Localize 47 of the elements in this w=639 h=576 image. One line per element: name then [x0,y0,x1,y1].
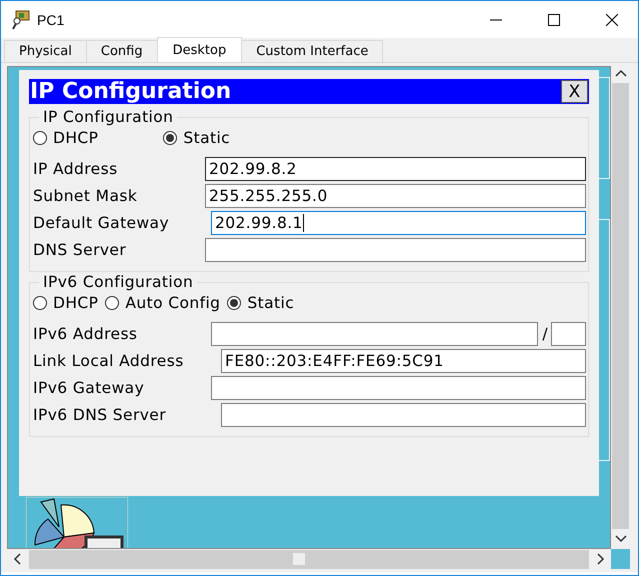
input-field[interactable] [211,322,538,346]
input-field[interactable]: FE80::203:E4FF:FE69:5C91 [221,348,586,372]
input-field[interactable]: 202.99.8.1 [211,210,586,234]
field-label: Subnet Mask [33,186,138,204]
radio-icon[interactable] [105,296,120,310]
input-field[interactable]: 255.255.255.0 [205,184,586,208]
tab[interactable]: Desktop [156,37,242,62]
scrollbar-corner [611,549,630,569]
pie-chart-icon[interactable] [26,497,128,548]
group-title: IPv6 Configuration [42,273,194,291]
input-field[interactable]: 202.99.8.2 [205,156,586,180]
field-label: Link Local Address [33,352,185,370]
tab[interactable]: Custom Interface [241,40,384,62]
close-icon[interactable] [606,14,618,26]
radio-option[interactable]: DHCP [33,129,100,147]
scroll-right-icon[interactable] [597,553,605,565]
window-title: PC1 [37,12,64,28]
scroll-down-icon[interactable] [614,535,626,543]
scroll-up-icon[interactable] [614,69,626,77]
group-title: IP Configuration [42,108,174,126]
scrollbar-thumb[interactable] [293,552,305,564]
radio-option[interactable]: DHCP [33,294,100,312]
radio-option[interactable]: Auto Config [105,294,222,312]
radio-icon[interactable] [33,296,47,310]
maximize-icon[interactable] [548,14,560,26]
close-button[interactable]: X [561,80,588,103]
field-label: DNS Server [33,240,128,258]
scrollbar-thumb[interactable] [612,83,629,529]
radio-icon[interactable] [227,296,242,310]
dialog-title: IP Configuration [29,79,232,104]
field-label: IPv6 Gateway [33,378,146,396]
radio-icon[interactable] [163,131,178,145]
input-field[interactable] [205,238,586,262]
radio-option[interactable]: Static [163,129,232,147]
radio-option[interactable]: Static [227,294,296,312]
input-field[interactable] [221,402,586,426]
field-label: IPv6 DNS Server [33,406,168,424]
radio-icon[interactable] [33,131,47,145]
tab[interactable]: Physical [4,40,87,62]
input-field[interactable] [211,376,586,400]
field-label: Default Gateway [33,214,170,232]
field-label: IP Address [33,160,119,178]
prefix-field[interactable] [551,322,586,346]
scroll-left-icon[interactable] [13,553,21,565]
field-label: IPv6 Address [33,324,138,342]
prefix-separator: / [542,324,548,342]
network-app-icon [10,8,32,30]
